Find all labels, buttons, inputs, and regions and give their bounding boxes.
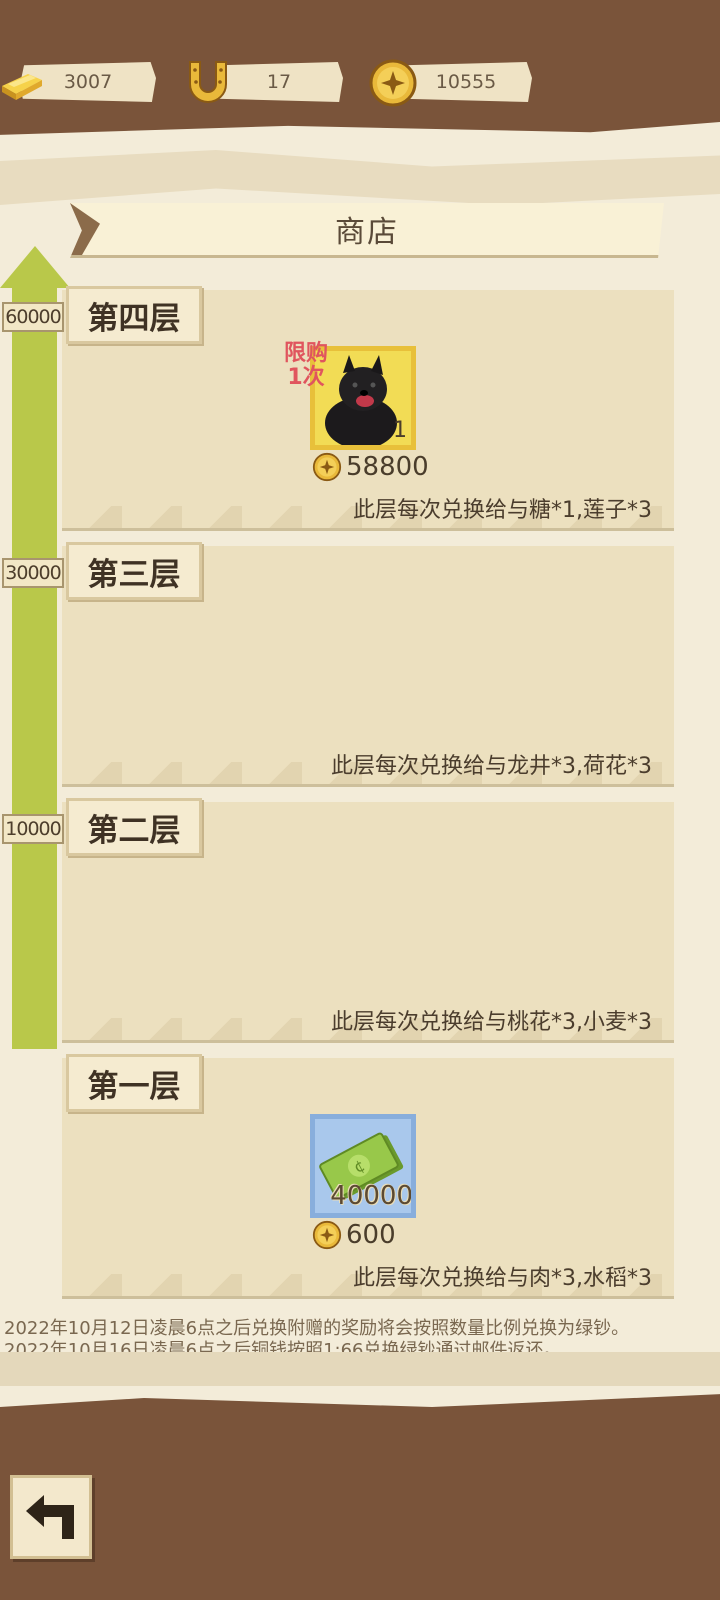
tier-label: 第三层 xyxy=(66,542,202,600)
copper-coin-icon xyxy=(312,1220,342,1250)
purchase-limit: 限购 1次 xyxy=(284,342,328,390)
copper-coin-icon xyxy=(312,452,342,482)
tier-label: 第一层 xyxy=(66,1054,202,1112)
gold-bar-icon xyxy=(2,74,42,100)
price-value: 600 xyxy=(346,1220,396,1250)
shop-header: 商店 xyxy=(70,203,664,258)
horseshoe-icon xyxy=(189,61,227,103)
notice-line-1: 2022年10月12日凌晨6点之后兑换附赠的奖励将会按照数量比例兑换为绿钞。 xyxy=(4,1318,630,1339)
shop-title: 商店 xyxy=(335,215,399,250)
horseshoe-amount: 17 xyxy=(266,71,292,93)
tier-label: 第四层 xyxy=(66,286,202,344)
shop-item-cash[interactable]: ¢ 40000 xyxy=(310,1114,416,1218)
panel-bottom-edge xyxy=(0,1352,720,1386)
gold-amount: 3007 xyxy=(63,71,113,93)
tier-bonus-text: 此层每次兑换给与桃花*3,小麦*3 xyxy=(331,1010,652,1035)
progress-arrow xyxy=(12,284,57,1049)
progress-tick-60000: 60000 xyxy=(2,302,64,332)
horseshoe-counter: 17 xyxy=(215,62,343,102)
progress-tick-10000: 10000 xyxy=(2,814,64,844)
copper-coin-icon xyxy=(369,59,417,107)
purchase-limit-line1: 限购 xyxy=(284,341,329,366)
item-price: 58800 xyxy=(312,452,429,482)
coin-counter: 10555 xyxy=(400,62,532,102)
tier-bonus-text: 此层每次兑换给与龙井*3,荷花*3 xyxy=(331,754,652,779)
progress-tick-30000: 30000 xyxy=(2,558,64,588)
back-arrow-icon xyxy=(26,1495,74,1539)
back-button[interactable] xyxy=(10,1475,92,1559)
item-quantity: 1 xyxy=(393,418,407,443)
item-quantity: 40000 xyxy=(330,1181,411,1211)
coin-amount: 10555 xyxy=(435,71,497,93)
tier-4: 第四层 限购 1次 1 58800 此层每次兑换给与糖*1,莲子*3 xyxy=(62,286,674,528)
tier-bonus-text: 此层每次兑换给与糖*1,莲子*3 xyxy=(353,498,652,523)
price-value: 58800 xyxy=(346,452,429,482)
item-price: 600 xyxy=(312,1220,396,1250)
tier-3: 第三层 此层每次兑换给与龙井*3,荷花*3 xyxy=(62,542,674,784)
tier-bonus-text: 此层每次兑换给与肉*3,水稻*3 xyxy=(353,1266,652,1291)
purchase-limit-line2: 1次 xyxy=(287,365,325,390)
tier-2: 第二层 此层每次兑换给与桃花*3,小麦*3 xyxy=(62,798,674,1040)
tier-1: 第一层 ¢ 40000 600 此层每次兑换给与肉*3,水稻*3 xyxy=(62,1054,674,1296)
tier-label: 第二层 xyxy=(66,798,202,856)
